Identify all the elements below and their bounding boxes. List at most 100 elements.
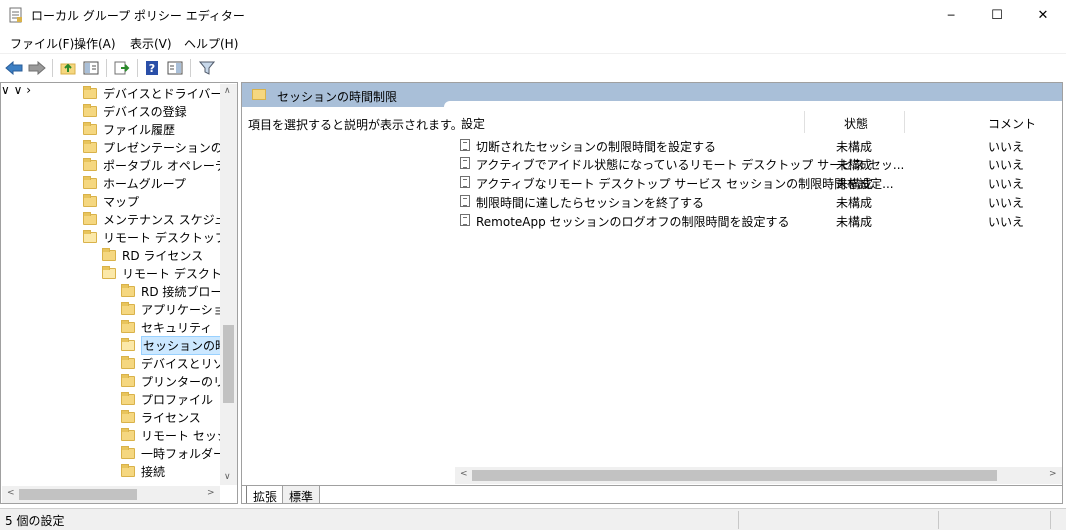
folder-icon [121, 409, 135, 423]
tree-horizontal-scrollbar[interactable]: < > [2, 486, 220, 503]
folder-icon [83, 121, 97, 135]
forward-icon [28, 61, 46, 75]
column-header-setting[interactable]: 設定 [461, 115, 485, 132]
tree-item[interactable]: セキュリティ [121, 318, 212, 336]
scroll-right-arrow-icon[interactable]: > [1049, 469, 1057, 479]
show-hide-action-pane-button[interactable] [165, 58, 185, 78]
tab-extended[interactable]: 拡張 [246, 486, 285, 503]
tree-item[interactable]: デバイスの登録 [83, 102, 187, 120]
column-header-comment[interactable]: コメント [988, 115, 1036, 132]
folder-icon [121, 427, 135, 441]
folder-icon [102, 247, 116, 261]
export-list-icon [114, 61, 130, 75]
back-button[interactable] [4, 58, 24, 78]
tree-item[interactable]: プロファイル [121, 390, 213, 408]
show-hide-tree-button[interactable] [81, 58, 101, 78]
maximize-icon: ☐ [991, 8, 1003, 23]
scroll-up-arrow-icon[interactable]: ∧ [224, 86, 231, 96]
policy-row[interactable]: 制限時間に達したらセッションを終了する 未構成 いいえ [460, 192, 1060, 210]
folder-icon [121, 391, 135, 405]
scroll-left-arrow-icon[interactable]: < [460, 469, 468, 479]
folder-icon [83, 85, 97, 99]
folder-icon [83, 139, 97, 153]
policy-row[interactable]: アクティブでアイドル状態になっているリモート デスクトップ サービス セッ...… [460, 154, 1060, 172]
help-icon: ? [146, 61, 158, 75]
scroll-right-arrow-icon[interactable]: > [207, 488, 215, 498]
scrollbar-thumb[interactable] [223, 325, 234, 403]
tree-item[interactable]: 一時フォルダー [121, 444, 225, 462]
maximize-button[interactable]: ☐ [974, 0, 1020, 31]
policy-editor-app-icon [9, 7, 22, 23]
scroll-left-arrow-icon[interactable]: < [7, 488, 15, 498]
toolbar: ? [0, 53, 1066, 81]
tree-item[interactable]: プレゼンテーションの設定 [83, 138, 237, 156]
status-bar: 5 個の設定 [0, 508, 1066, 530]
menu-view[interactable]: 表示(V) [130, 35, 172, 52]
policy-row[interactable]: アクティブなリモート デスクトップ サービス セッションの制限時間を設定... … [460, 173, 1060, 191]
policy-setting-icon [460, 157, 470, 169]
close-icon: ✕ [1037, 8, 1049, 23]
open-folder-icon [121, 337, 135, 351]
scroll-down-arrow-icon[interactable]: ∨ [224, 472, 231, 482]
title-bar: ローカル グループ ポリシー エディター ─ ☐ ✕ [0, 0, 1066, 31]
minimize-button[interactable]: ─ [928, 0, 974, 31]
open-folder-icon [83, 229, 97, 243]
folder-icon [121, 373, 135, 387]
tree-item[interactable]: RD ライセンス [102, 246, 203, 264]
folder-icon [121, 283, 135, 297]
tree-vertical-scrollbar[interactable]: ∧ ∨ [220, 84, 237, 485]
folder-icon [252, 89, 266, 100]
folder-icon [83, 103, 97, 117]
forward-button[interactable] [27, 58, 47, 78]
details-pane: セッションの時間制限 項目を選択すると説明が表示されます。 設定 状態 コメント… [241, 82, 1063, 504]
up-folder-button[interactable] [58, 58, 78, 78]
folder-icon [121, 355, 135, 369]
menu-help[interactable]: ヘルプ(H) [184, 35, 238, 52]
policy-row[interactable]: 切断されたセッションの制限時間を設定する 未構成 いいえ [460, 136, 1060, 154]
tree-item[interactable]: マップ [83, 192, 139, 210]
tree-item-remote-desktop-services[interactable]: リモート デスクトップ サービス [83, 228, 237, 246]
back-icon [5, 61, 23, 75]
close-button[interactable]: ✕ [1020, 0, 1066, 31]
minimize-icon: ─ [947, 9, 955, 22]
tree-item[interactable]: ファイル履歴 [83, 120, 175, 138]
details-header: セッションの時間制限 [242, 83, 1062, 107]
scrollbar-thumb[interactable] [19, 489, 137, 500]
policy-setting-icon [460, 176, 470, 188]
filter-button[interactable] [197, 58, 217, 78]
export-list-button[interactable] [112, 58, 132, 78]
filter-icon [199, 61, 215, 75]
policy-setting-icon [460, 214, 470, 226]
tree-item[interactable]: ホームグループ [83, 174, 186, 192]
up-folder-icon [60, 63, 76, 75]
scrollbar-thumb[interactable] [472, 470, 997, 481]
view-tabs: 拡張 標準 [242, 485, 1062, 503]
folder-icon [83, 175, 97, 189]
tree-item[interactable]: メンテナンス スケジューラ [83, 210, 237, 228]
details-horizontal-scrollbar[interactable]: < > [455, 467, 1062, 484]
menu-action[interactable]: 操作(A) [74, 35, 116, 52]
column-header-state[interactable]: 状態 [844, 115, 868, 132]
menu-bar: ファイル(F) 操作(A) 表示(V) ヘルプ(H) [0, 31, 1066, 53]
tree-item[interactable]: デバイスとドライバーの互換 [83, 84, 237, 102]
policy-setting-icon [460, 195, 470, 207]
description-text: 項目を選択すると説明が表示されます。 [248, 118, 463, 132]
folder-icon [83, 193, 97, 207]
tree-item[interactable]: ポータブル オペレーティング [83, 156, 237, 174]
tree-item-rd-session-host[interactable]: リモート デスクトップ セッション [102, 264, 237, 282]
svg-text:?: ? [149, 62, 155, 75]
chevron-down-icon[interactable]: ∨ [1, 83, 10, 97]
chevron-down-icon[interactable]: ∨ [14, 83, 23, 97]
chevron-right-icon[interactable]: › [26, 83, 31, 97]
status-text: 5 個の設定 [5, 514, 65, 528]
tree-item[interactable]: ライセンス [121, 408, 201, 426]
folder-icon [83, 157, 97, 171]
help-button[interactable]: ? [142, 58, 162, 78]
menu-file[interactable]: ファイル(F) [10, 35, 74, 52]
tab-standard[interactable]: 標準 [282, 486, 321, 503]
show-hide-tree-icon [83, 61, 99, 75]
open-folder-icon [102, 265, 116, 279]
folder-icon [121, 319, 135, 333]
policy-row[interactable]: RemoteApp セッションのログオフの制限時間を設定する 未構成 いいえ [460, 211, 1060, 229]
tree-item[interactable]: 接続 [121, 462, 165, 480]
